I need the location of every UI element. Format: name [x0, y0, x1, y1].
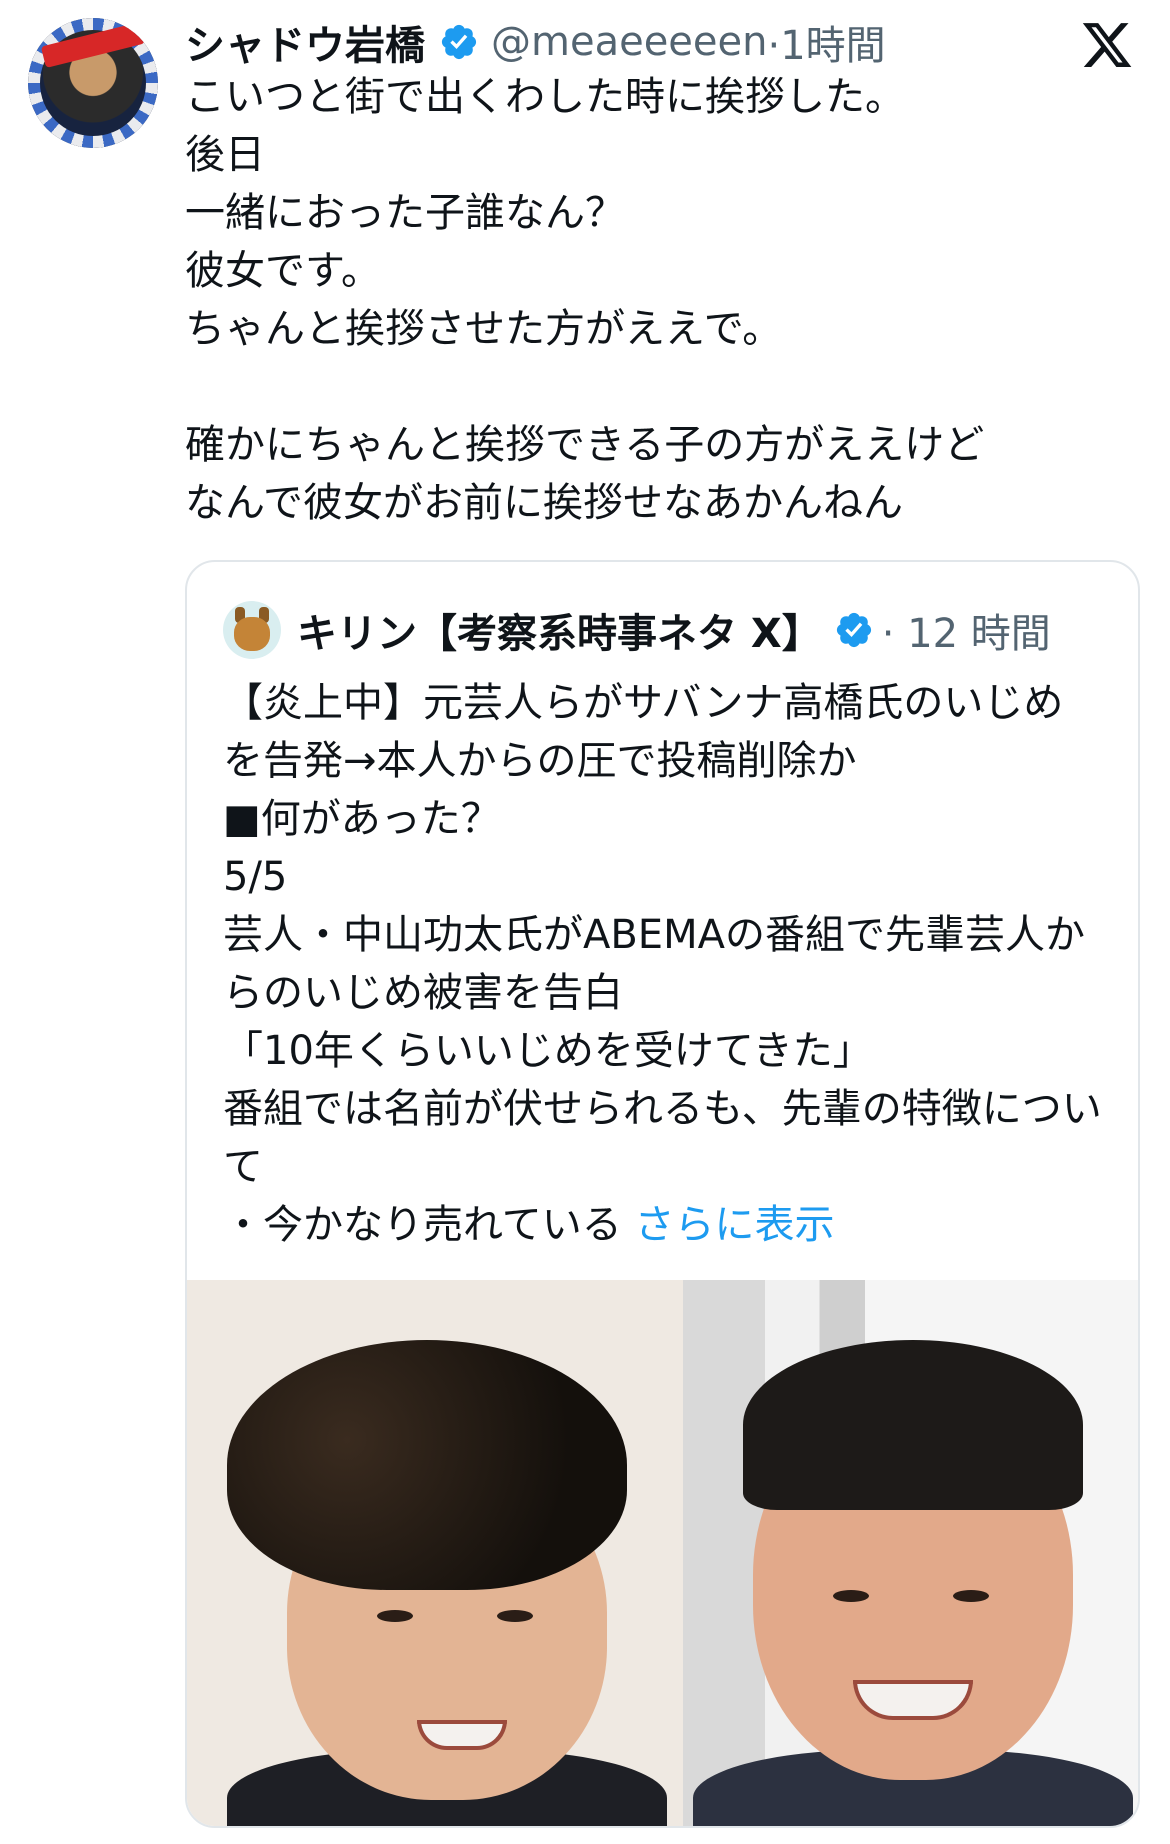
quoted-post-text: 【炎上中】元芸人らがサバンナ高橋氏のいじめを告発→本人からの圧で投稿削除か ■何…: [223, 674, 1103, 1254]
author-avatar[interactable]: [28, 18, 158, 148]
post-text: こいつと街で出くわした時に挨拶した。 後日 一緒におった子誰なん？ 彼女です。 …: [185, 74, 985, 526]
author-handle[interactable]: @meaeeeeen: [491, 19, 767, 65]
photo-left[interactable]: [187, 1280, 683, 1826]
avatar-head: [234, 617, 270, 651]
quoted-post[interactable]: キリン【考察系時事ネタ X】 · 12 時間 【炎上中】元芸人らがサバンナ高橋氏…: [185, 560, 1140, 1828]
photo-right-eye-left: [833, 1590, 869, 1602]
photo-right-hair: [743, 1340, 1083, 1510]
photo-right-eye-right: [953, 1590, 989, 1602]
verified-badge-icon: [441, 24, 477, 60]
verified-badge-icon: [836, 612, 871, 648]
quoted-post-body: 【炎上中】元芸人らがサバンナ高橋氏のいじめを告発→本人からの圧で投稿削除か ■何…: [223, 680, 1102, 1248]
show-more-link[interactable]: さらに表示: [635, 1202, 835, 1248]
giraffe-avatar-icon[interactable]: [223, 601, 281, 659]
quoted-post-header: キリン【考察系時事ネタ X】 · 12 時間: [223, 598, 1051, 662]
author-name[interactable]: シャドウ岩橋: [185, 13, 425, 71]
photo-right[interactable]: [683, 1280, 1138, 1826]
post-header: シャドウ岩橋 @meaeeeeen ·1時間: [185, 12, 886, 72]
quoted-author-name[interactable]: キリン【考察系時事ネタ X】: [297, 601, 822, 659]
quoted-post-media[interactable]: [187, 1280, 1138, 1826]
post-time[interactable]: ·1時間: [767, 13, 885, 71]
photo-left-hair: [227, 1340, 627, 1590]
x-logo-icon[interactable]: [1080, 18, 1134, 72]
photo-left-eye-left: [377, 1610, 413, 1622]
quoted-post-time[interactable]: · 12 時間: [882, 601, 1051, 659]
photo-left-eye-right: [497, 1610, 533, 1622]
